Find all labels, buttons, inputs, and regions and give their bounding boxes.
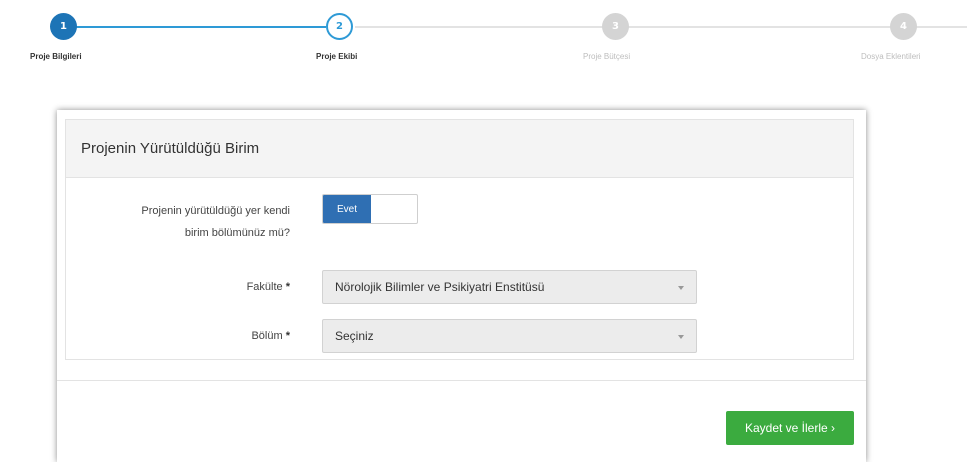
chevron-down-icon	[678, 335, 684, 339]
stepper-line-completed	[63, 26, 326, 28]
footer-divider	[57, 380, 866, 381]
faculty-select[interactable]: Nörolojik Bilimler ve Psikiyatri Enstitü…	[322, 270, 697, 304]
own-unit-label-line1: Projenin yürütüldüğü yer kendi	[141, 205, 290, 217]
own-unit-toggle[interactable]: Evet	[322, 194, 418, 224]
faculty-required-mark: *	[285, 281, 290, 293]
department-required-mark: *	[285, 330, 290, 342]
chevron-down-icon	[678, 286, 684, 290]
department-label: Bölüm *	[251, 325, 290, 347]
save-and-continue-button[interactable]: Kaydet ve İlerle ›	[726, 411, 854, 445]
panel-header: Projenin Yürütüldüğü Birim	[66, 120, 853, 178]
form-card: Projenin Yürütüldüğü Birim Projenin yürü…	[57, 110, 866, 462]
step-3-label: Proje Bütçesi	[583, 52, 631, 61]
own-unit-question-label: Projenin yürütüldüğü yer kendi birim böl…	[141, 200, 290, 244]
toggle-on-label: Evet	[323, 195, 371, 223]
step-1-circle[interactable]: 1	[50, 13, 77, 40]
step-2-label[interactable]: Proje Ekibi	[316, 52, 357, 61]
step-2-circle[interactable]: 2	[326, 13, 353, 40]
department-select[interactable]: Seçiniz	[322, 319, 697, 353]
department-select-value: Seçiniz	[335, 329, 374, 343]
faculty-label-text: Fakülte	[246, 281, 283, 293]
department-label-text: Bölüm	[251, 330, 283, 342]
step-4-label: Dosya Eklentileri	[861, 52, 921, 61]
progress-stepper: 1 2 3 4 Proje Bilgileri Proje Ekibi Proj…	[0, 0, 967, 80]
faculty-select-value: Nörolojik Bilimler ve Psikiyatri Enstitü…	[335, 280, 545, 294]
step-4-circle: 4	[890, 13, 917, 40]
step-1-label[interactable]: Proje Bilgileri	[30, 52, 82, 61]
own-unit-label-line2: birim bölümünüz mü?	[184, 227, 290, 239]
panel-title: Projenin Yürütüldüğü Birim	[81, 140, 260, 157]
unit-panel: Projenin Yürütüldüğü Birim Projenin yürü…	[65, 119, 854, 360]
stepper-line-pending	[355, 26, 967, 28]
faculty-label: Fakülte *	[247, 276, 290, 298]
step-3-circle: 3	[602, 13, 629, 40]
